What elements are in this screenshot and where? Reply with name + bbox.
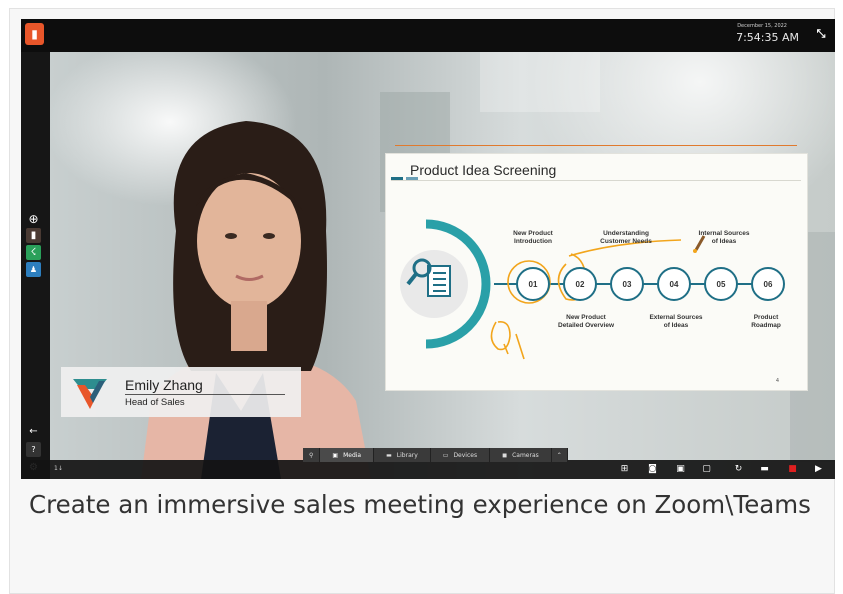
presenter-name: Emily Zhang — [125, 377, 285, 395]
people-icon[interactable]: ♟ — [26, 262, 41, 277]
globe-icon[interactable]: ⊕ — [26, 211, 41, 226]
folder-icon[interactable]: ▬ — [759, 464, 770, 475]
window-icon[interactable]: ▣ — [675, 464, 686, 475]
tab-library[interactable]: ▬ Library — [374, 448, 431, 462]
left-sidebar: ⊕ ▮ ☇ ♟ ← ? ⚙ — [21, 52, 50, 479]
timer-icon[interactable]: ▮ — [26, 228, 41, 243]
step-label: External Sources of Ideas — [649, 314, 703, 329]
step-circle: 04 — [657, 267, 691, 301]
slide-top-rule — [395, 145, 797, 146]
refresh-icon[interactable]: ↻ — [733, 464, 744, 475]
clock-date: December 15, 2022 — [737, 23, 787, 29]
step-circle: 03 — [610, 267, 644, 301]
step-label: New Product Introduction — [513, 230, 553, 245]
present-icon[interactable]: ▶ — [813, 464, 824, 475]
presenter-icon[interactable]: ☇ — [26, 245, 41, 260]
app-logo-icon[interactable]: ▮ — [25, 23, 44, 45]
help-icon[interactable]: ? — [26, 442, 41, 457]
source-indicator[interactable]: 1↓ — [54, 465, 63, 472]
camera-icon: ◼ — [502, 451, 508, 459]
tab-cameras[interactable]: ◼ Cameras — [490, 448, 552, 462]
tab-devices[interactable]: ▭ Devices — [430, 448, 491, 462]
app-screenshot: Product Idea Screening 01 02 03 04 05 06… — [21, 19, 835, 479]
slide-graphic — [400, 219, 766, 360]
snapshot-icon[interactable]: ◙ — [647, 464, 658, 475]
image-icon: ▣ — [332, 451, 339, 459]
company-logo-icon — [73, 379, 107, 409]
step-circle: 02 — [563, 267, 597, 301]
step-circle: 06 — [751, 267, 785, 301]
step-label: Internal Sources of Ideas — [698, 230, 750, 245]
source-tabs: ⚲ ▣ Media ▬ Library ▭ Devices ◼ Cameras ⌃ — [303, 448, 568, 462]
screen-icon[interactable]: ▢ — [701, 464, 712, 475]
presenter-video — [141, 121, 371, 479]
slide-page-number: 4 — [775, 378, 779, 384]
presenter-role: Head of Sales — [125, 397, 185, 408]
name-lower-third: Emily Zhang Head of Sales — [61, 367, 301, 417]
record-icon[interactable]: ■ — [787, 464, 798, 475]
clock-time: 7:54:35 AM — [736, 31, 799, 44]
tab-pin[interactable]: ⚲ — [303, 448, 321, 462]
step-label: Understanding Customer Needs — [600, 230, 652, 245]
folder-icon: ▬ — [386, 451, 392, 459]
top-bar: ▮ December 15, 2022 7:54:35 AM ⤡ — [21, 19, 835, 52]
bottom-toolbar: 1↓ — [21, 460, 835, 479]
step-label: Product Roadmap — [751, 314, 781, 329]
step-circle: 01 — [516, 267, 550, 301]
presentation-slide: Product Idea Screening 01 02 03 04 05 06… — [386, 154, 807, 390]
page-caption: Create an immersive sales meeting experi… — [29, 490, 811, 519]
tab-media[interactable]: ▣ Media — [320, 448, 375, 462]
content-card: Product Idea Screening 01 02 03 04 05 06… — [9, 8, 835, 594]
chevron-up-icon[interactable]: ⌃ — [551, 448, 568, 462]
collapse-icon[interactable]: ⤡ — [813, 26, 829, 42]
step-label: New Product Detailed Overview — [558, 314, 614, 329]
layout-grid-icon[interactable]: ⊞ — [619, 464, 630, 475]
step-circle: 05 — [704, 267, 738, 301]
monitor-icon: ▭ — [442, 451, 449, 459]
back-arrow-icon[interactable]: ← — [26, 424, 41, 439]
